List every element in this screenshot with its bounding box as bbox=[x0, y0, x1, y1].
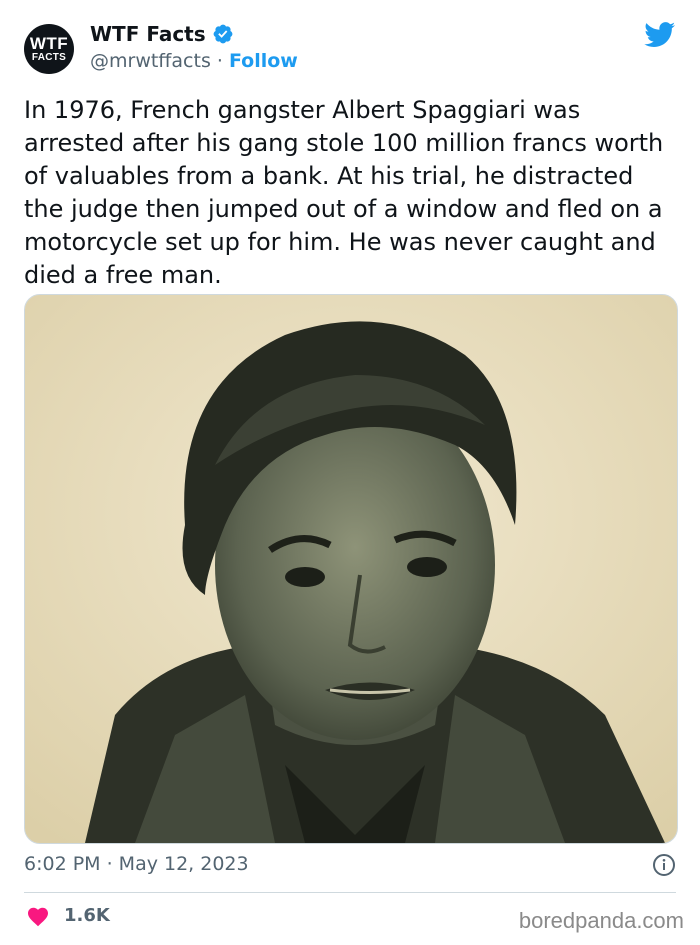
handle-row: @mrwtffacts · Follow bbox=[90, 50, 298, 72]
tweet-text: In 1976, French gangster Albert Spaggiar… bbox=[24, 96, 664, 289]
heart-icon[interactable] bbox=[26, 905, 50, 927]
follow-button[interactable]: Follow bbox=[229, 50, 298, 72]
info-icon[interactable] bbox=[652, 853, 676, 877]
handle-separator: · bbox=[210, 50, 229, 72]
watermark-credit: boredpanda.com bbox=[518, 908, 684, 933]
account-name[interactable]: WTF Facts bbox=[90, 22, 206, 46]
portrait-image bbox=[25, 295, 677, 843]
twitter-bird-icon[interactable] bbox=[644, 22, 676, 48]
verified-badge-icon bbox=[213, 24, 233, 44]
avatar-text-line1: WTF bbox=[29, 34, 69, 53]
avatar[interactable]: WTF FACTS bbox=[24, 24, 74, 74]
tweet-timestamp[interactable]: 6:02 PM · May 12, 2023 bbox=[24, 853, 249, 875]
account-name-row: WTF Facts bbox=[90, 22, 234, 46]
avatar-text-line2: FACTS bbox=[31, 52, 67, 63]
divider bbox=[24, 892, 676, 893]
tweet-photo[interactable] bbox=[24, 294, 678, 844]
account-handle[interactable]: @mrwtffacts bbox=[90, 50, 211, 72]
like-count[interactable]: 1.6K bbox=[64, 905, 110, 926]
